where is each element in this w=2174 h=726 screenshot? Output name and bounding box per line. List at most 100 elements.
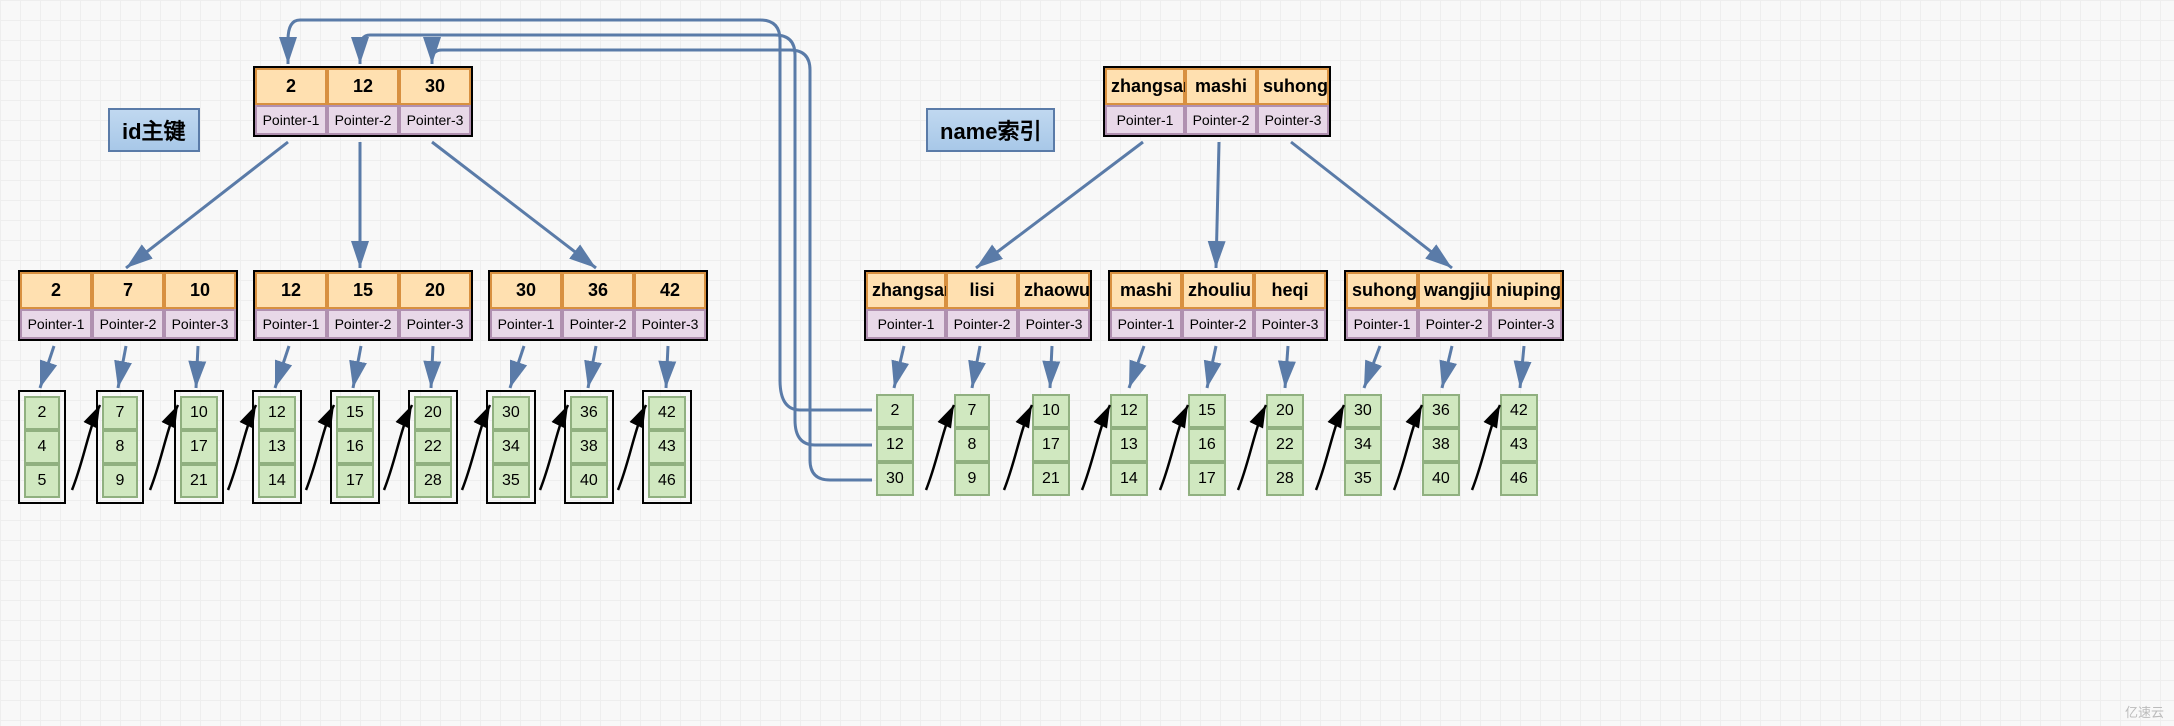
name-internal-key: suhong xyxy=(1346,272,1418,309)
id-internal-ptr: Pointer-3 xyxy=(399,309,471,339)
leaf-cell: 34 xyxy=(1344,428,1382,462)
leaf-block: 101721 xyxy=(1028,390,1074,500)
leaf-cell: 13 xyxy=(1110,428,1148,462)
id-internal-ptr: Pointer-3 xyxy=(164,309,236,339)
leaf-block: 789 xyxy=(950,390,994,500)
name-internal-ptr: Pointer-2 xyxy=(1182,309,1254,339)
leaf-cell: 30 xyxy=(876,462,914,496)
leaf-cell: 34 xyxy=(492,430,530,464)
leaf-cell: 14 xyxy=(1110,462,1148,496)
leaf-cell: 15 xyxy=(1188,394,1226,428)
id-root-key: 2 xyxy=(255,68,327,105)
leaf-cell: 17 xyxy=(1188,462,1226,496)
leaf-cell: 40 xyxy=(1422,462,1460,496)
leaf-cell: 30 xyxy=(1344,394,1382,428)
id-root-key: 30 xyxy=(399,68,471,105)
name-internal-key: lisi xyxy=(946,272,1018,309)
name-tree-label: name索引 xyxy=(926,108,1055,152)
leaf-cell: 10 xyxy=(180,396,218,430)
id-internal-node: 30 36 42 Pointer-1 Pointer-2 Pointer-3 xyxy=(488,270,708,341)
leaf-cell: 9 xyxy=(102,464,138,498)
id-internal-ptr: Pointer-2 xyxy=(327,309,399,339)
leaf-block: 303435 xyxy=(1340,390,1386,500)
id-root-ptr: Pointer-1 xyxy=(255,105,327,135)
leaf-cell: 35 xyxy=(492,464,530,498)
leaf-cell: 2 xyxy=(24,396,60,430)
name-internal-ptr: Pointer-1 xyxy=(1346,309,1418,339)
leaf-cell: 13 xyxy=(258,430,296,464)
id-internal-node: 2 7 10 Pointer-1 Pointer-2 Pointer-3 xyxy=(18,270,238,341)
id-internal-ptr: Pointer-1 xyxy=(20,309,92,339)
leaf-cell: 15 xyxy=(336,396,374,430)
leaf-block: 151617 xyxy=(330,390,380,504)
leaf-cell: 2 xyxy=(876,394,914,428)
name-internal-ptr: Pointer-2 xyxy=(1418,309,1490,339)
leaf-block: 245 xyxy=(18,390,66,504)
name-internal-ptr: Pointer-3 xyxy=(1490,309,1562,339)
id-internal-ptr: Pointer-2 xyxy=(92,309,164,339)
leaf-block: 789 xyxy=(96,390,144,504)
id-root-ptr: Pointer-2 xyxy=(327,105,399,135)
leaf-cell: 36 xyxy=(1422,394,1460,428)
name-internal-key: zhaowu xyxy=(1018,272,1090,309)
leaf-cell: 7 xyxy=(954,394,990,428)
name-internal-key: zhangsan xyxy=(866,272,946,309)
id-internal-key: 2 xyxy=(20,272,92,309)
leaf-cell: 17 xyxy=(180,430,218,464)
leaf-block: 424346 xyxy=(1496,390,1542,500)
leaf-cell: 38 xyxy=(570,430,608,464)
leaf-cell: 28 xyxy=(414,464,452,498)
leaf-cell: 38 xyxy=(1422,428,1460,462)
leaf-block: 303435 xyxy=(486,390,536,504)
id-internal-key: 15 xyxy=(327,272,399,309)
name-internal-key: mashi xyxy=(1110,272,1182,309)
id-internal-key: 7 xyxy=(92,272,164,309)
leaf-cell: 16 xyxy=(336,430,374,464)
name-internal-key: zhouliu xyxy=(1182,272,1254,309)
name-internal-ptr: Pointer-2 xyxy=(946,309,1018,339)
leaf-cell: 36 xyxy=(570,396,608,430)
name-root-ptr: Pointer-1 xyxy=(1105,105,1185,135)
leaf-cell: 22 xyxy=(414,430,452,464)
leaf-cell: 17 xyxy=(1032,428,1070,462)
leaf-cell: 42 xyxy=(648,396,686,430)
leaf-cell: 4 xyxy=(24,430,60,464)
id-internal-ptr: Pointer-3 xyxy=(634,309,706,339)
leaf-cell: 8 xyxy=(102,430,138,464)
name-internal-node: zhangsan lisi zhaowu Pointer-1 Pointer-2… xyxy=(864,270,1092,341)
name-internal-key: heqi xyxy=(1254,272,1326,309)
leaf-cell: 21 xyxy=(1032,462,1070,496)
id-internal-ptr: Pointer-1 xyxy=(490,309,562,339)
leaf-cell: 46 xyxy=(1500,462,1538,496)
leaf-cell: 7 xyxy=(102,396,138,430)
name-internal-key: niuping xyxy=(1490,272,1562,309)
leaf-cell: 43 xyxy=(1500,428,1538,462)
leaf-cell: 43 xyxy=(648,430,686,464)
name-internal-node: mashi zhouliu heqi Pointer-1 Pointer-2 P… xyxy=(1108,270,1328,341)
leaf-cell: 42 xyxy=(1500,394,1538,428)
leaf-cell: 21 xyxy=(180,464,218,498)
name-root-ptr: Pointer-2 xyxy=(1185,105,1257,135)
watermark: 亿速云 xyxy=(2125,702,2164,721)
leaf-block: 363840 xyxy=(1418,390,1464,500)
name-root-key: suhong xyxy=(1257,68,1329,105)
name-root-node: zhangsan mashi suhong Pointer-1 Pointer-… xyxy=(1103,66,1331,137)
id-internal-key: 12 xyxy=(255,272,327,309)
leaf-cell: 10 xyxy=(1032,394,1070,428)
name-internal-ptr: Pointer-3 xyxy=(1254,309,1326,339)
leaf-cell: 30 xyxy=(492,396,530,430)
leaf-cell: 12 xyxy=(1110,394,1148,428)
name-root-key: zhangsan xyxy=(1105,68,1185,105)
leaf-cell: 17 xyxy=(336,464,374,498)
leaf-cell: 20 xyxy=(414,396,452,430)
leaf-block: 363840 xyxy=(564,390,614,504)
id-tree-label: id主键 xyxy=(108,108,200,152)
id-internal-key: 30 xyxy=(490,272,562,309)
name-internal-ptr: Pointer-3 xyxy=(1018,309,1090,339)
id-internal-key: 36 xyxy=(562,272,634,309)
name-internal-ptr: Pointer-1 xyxy=(1110,309,1182,339)
leaf-cell: 9 xyxy=(954,462,990,496)
id-internal-key: 42 xyxy=(634,272,706,309)
id-internal-node: 12 15 20 Pointer-1 Pointer-2 Pointer-3 xyxy=(253,270,473,341)
leaf-block: 151617 xyxy=(1184,390,1230,500)
